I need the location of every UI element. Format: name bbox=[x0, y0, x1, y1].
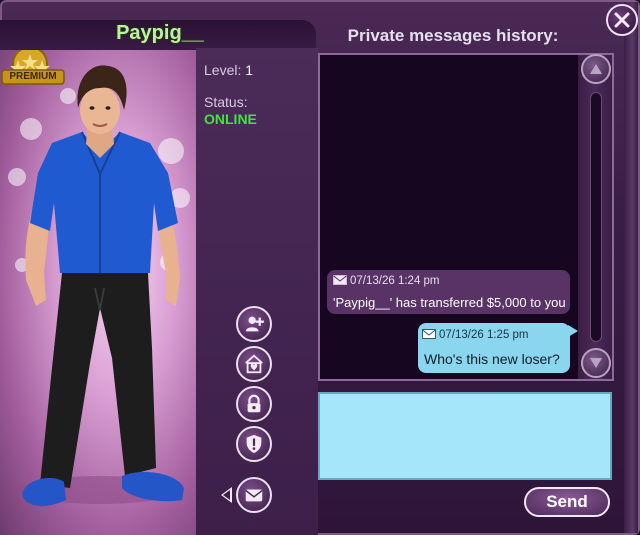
level-value: 1 bbox=[245, 62, 254, 78]
premium-badge-icon bbox=[1, 46, 65, 85]
mail-icon bbox=[245, 489, 263, 502]
character-avatar[interactable] bbox=[0, 48, 196, 535]
scrollbar-thumb[interactable] bbox=[590, 92, 602, 342]
close-icon bbox=[614, 12, 630, 28]
status-label: Status: bbox=[204, 94, 248, 110]
home-heart-button[interactable] bbox=[236, 346, 272, 382]
add-friend-button[interactable] bbox=[236, 306, 272, 342]
message-meta: 07/13/26 1:25 pm bbox=[422, 329, 529, 341]
message-timestamp: 07/13/26 1:24 pm bbox=[350, 275, 440, 287]
avatar-panel bbox=[0, 48, 196, 535]
add-friend-icon bbox=[245, 316, 264, 332]
message-text: Who's this new loser? bbox=[424, 351, 560, 367]
message-text: 'Paypig__' has transferred $5,000 to you bbox=[333, 295, 566, 310]
report-shield-icon bbox=[246, 434, 262, 454]
message-incoming: 07/13/26 1:24 pm 'Paypig__' has transfer… bbox=[327, 270, 570, 314]
message-outgoing: 07/13/26 1:25 pm Who's this new loser? bbox=[418, 323, 578, 373]
profile-username: Paypig__ bbox=[116, 22, 204, 44]
close-button[interactable] bbox=[606, 4, 638, 36]
message-input[interactable] bbox=[318, 392, 612, 480]
scroll-down-button[interactable] bbox=[581, 348, 611, 378]
scroll-up-button[interactable] bbox=[581, 54, 611, 84]
lock-icon bbox=[247, 394, 261, 413]
block-button[interactable] bbox=[236, 386, 272, 422]
message-meta: 07/13/26 1:24 pm bbox=[333, 275, 440, 287]
messages-title: Private messages history: bbox=[347, 26, 559, 45]
envelope-icon bbox=[333, 275, 347, 285]
envelope-icon bbox=[422, 329, 436, 339]
premium-badge-label: PREMIUM bbox=[9, 71, 57, 82]
level-row: Level: 1 bbox=[204, 62, 253, 78]
triangle-down-icon bbox=[590, 358, 602, 368]
triangle-up-icon bbox=[590, 64, 602, 74]
mail-button[interactable] bbox=[236, 477, 272, 513]
send-button[interactable]: Send bbox=[524, 487, 610, 517]
message-timestamp: 07/13/26 1:25 pm bbox=[439, 329, 529, 341]
collapse-arrow-icon[interactable] bbox=[221, 487, 232, 503]
level-label: Level: bbox=[204, 62, 242, 78]
report-button[interactable] bbox=[236, 426, 272, 462]
status-value: ONLINE bbox=[204, 111, 257, 127]
home-heart-icon bbox=[245, 354, 263, 374]
